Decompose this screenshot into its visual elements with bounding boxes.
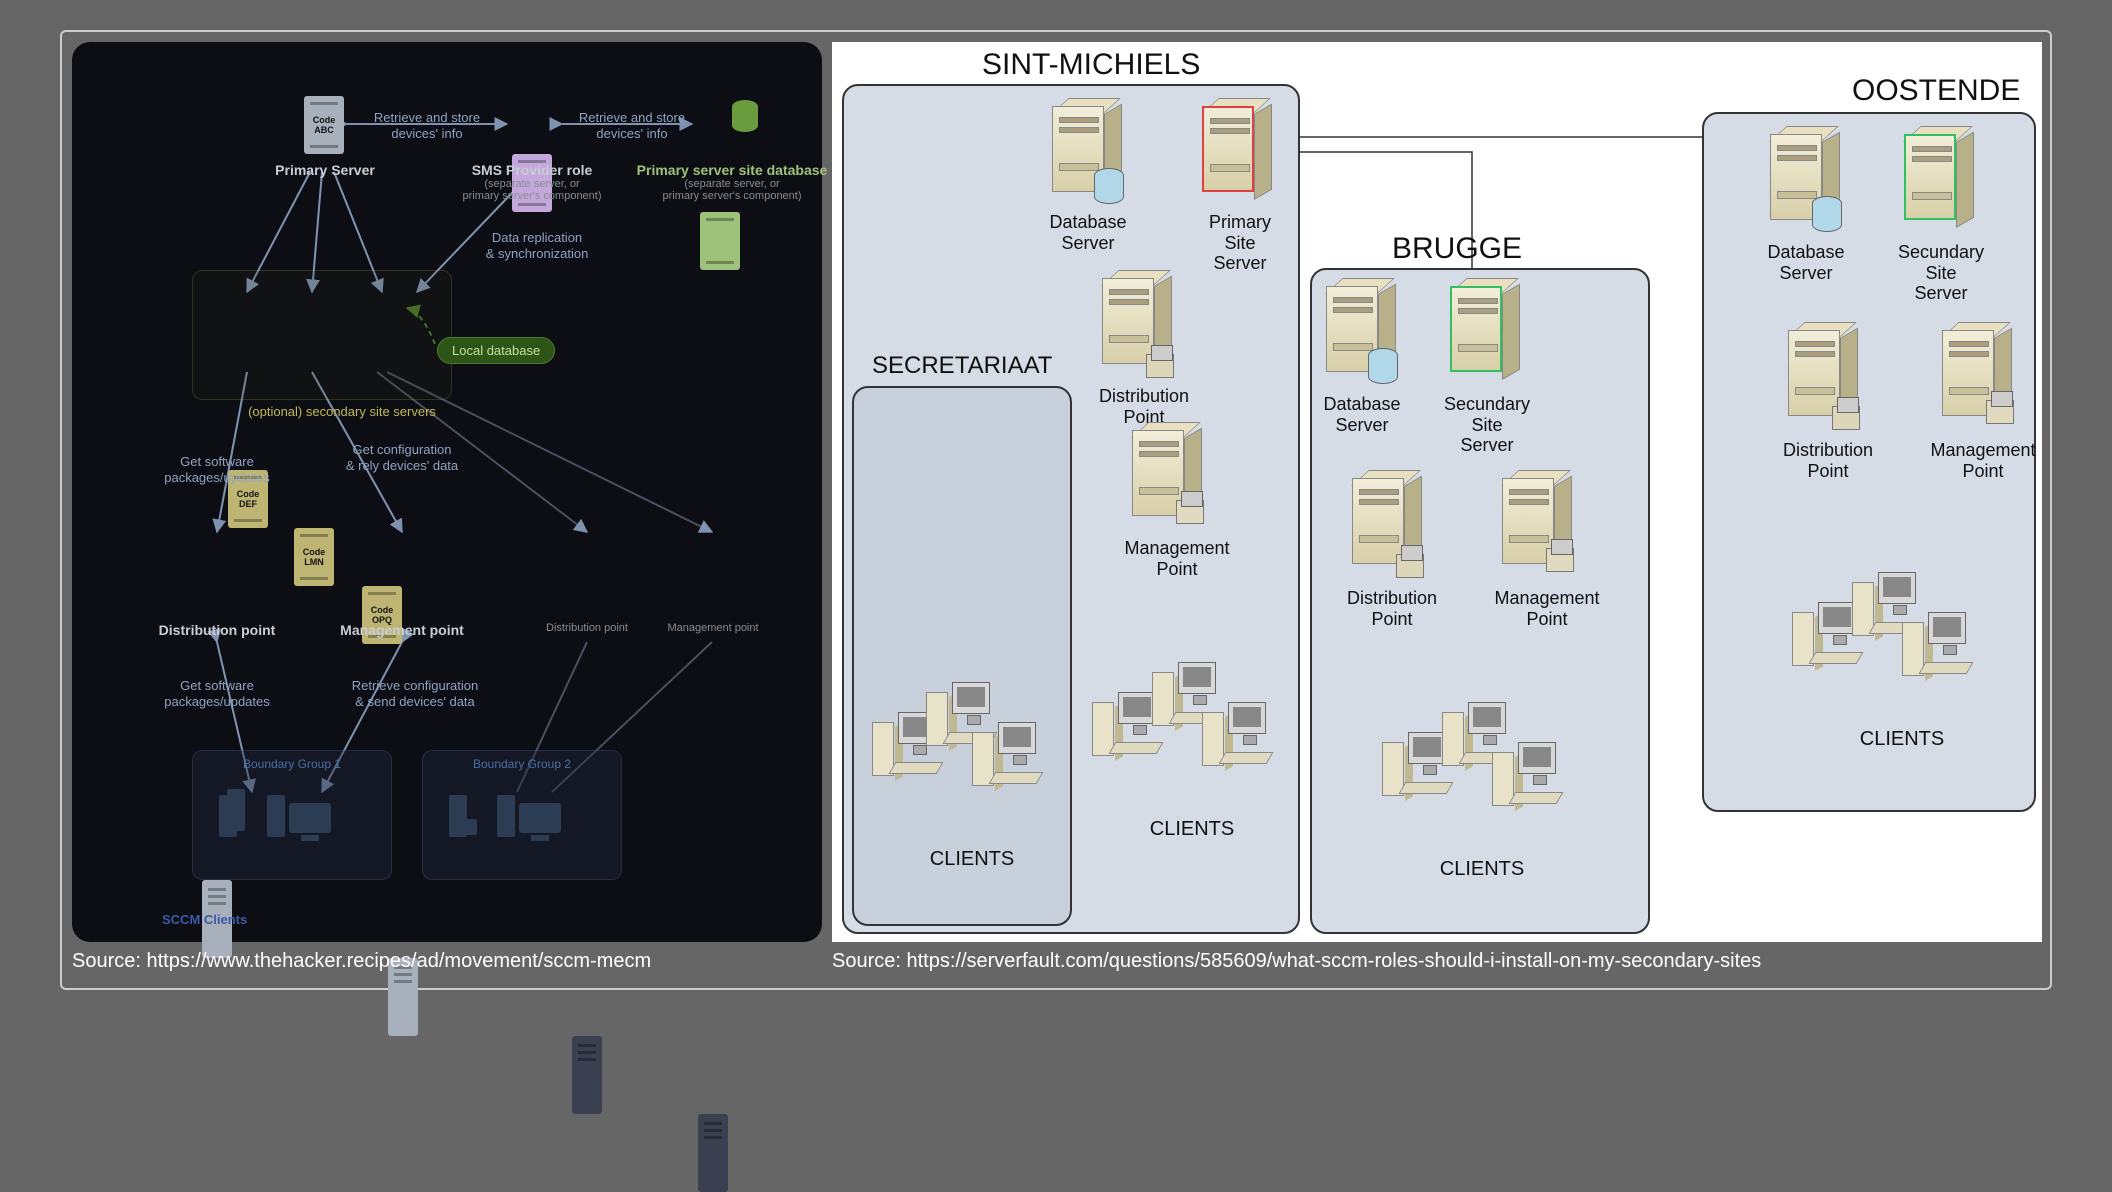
oostende-dist-label: Distribution Point <box>1768 440 1888 481</box>
sm-db-label: Database Server <box>1038 212 1138 253</box>
secretariaat-clients-cluster <box>872 682 1052 822</box>
secondary-sites-label: (optional) secondary site servers <box>212 404 472 419</box>
brugge-secondary-site-server <box>1450 286 1522 386</box>
retrieve-config-label: Retrieve configuration & send devices' d… <box>330 678 500 709</box>
primary-server-code: Code ABC <box>313 115 336 135</box>
brugge-clients-cluster <box>1382 702 1582 842</box>
replication-label: Data replication & synchronization <box>462 230 612 261</box>
secretariaat-site <box>852 386 1072 926</box>
sm-mgmt-label: Management Point <box>1112 538 1242 579</box>
secretariaat-clients-label: CLIENTS <box>912 848 1032 871</box>
source-right: Source: https://serverfault.com/question… <box>832 950 1761 973</box>
sccm-sites-topology-diagram: SINT-MICHIELS Database Server Primary Si… <box>832 42 2042 942</box>
oostende-db-label: Database Server <box>1756 242 1856 283</box>
secondary-sites-group <box>192 270 452 400</box>
oostende-management-point <box>1942 330 2014 430</box>
management-point-2-label: Management point <box>648 622 778 634</box>
management-point-1-label: Management point <box>332 622 472 638</box>
oostende-database-server <box>1770 134 1842 234</box>
client-icons-1 <box>219 795 285 837</box>
management-point-2 <box>698 1114 728 1192</box>
oostende-distribution-point <box>1788 330 1860 430</box>
client-icons-2 <box>449 795 515 837</box>
brugge-dist-label: Distribution Point <box>1332 588 1452 629</box>
site-db-node <box>700 212 740 270</box>
oostende-mgmt-label: Management Point <box>1918 440 2048 481</box>
boundary-group-2: Boundary Group 2 <box>422 750 622 880</box>
diagram-frame: Code ABC Primary Server Retrieve and sto… <box>60 30 2052 990</box>
boundary-group-2-title: Boundary Group 2 <box>423 751 621 771</box>
oostende-secondary-site-server <box>1904 134 1976 234</box>
brugge-database-server <box>1326 286 1398 386</box>
brugge-clients-label: CLIENTS <box>1422 858 1542 881</box>
boundary-group-1-title: Boundary Group 1 <box>193 751 391 771</box>
sm-clients-cluster <box>1092 662 1292 802</box>
brugge-title: BRUGGE <box>1392 232 1522 266</box>
distribution-point-2 <box>572 1036 602 1114</box>
get-config-label: Get configuration & rely devices' data <box>322 442 482 473</box>
brugge-mgmt-label: Management Point <box>1482 588 1612 629</box>
sms-provider-label: SMS Provider role <box>452 162 612 178</box>
oostende-sec-label: Secundary Site Server <box>1886 242 1996 304</box>
get-packages-label: Get software packages/updates <box>152 454 282 485</box>
sccm-clients-label: SCCM Clients <box>162 912 247 927</box>
database-cylinder-icon <box>732 100 758 132</box>
secondary-code-lmn: Code LMN <box>303 547 326 567</box>
arrow-retrieve-left-label: Retrieve and store devices' info <box>362 110 492 141</box>
sm-primary-site-server <box>1202 106 1274 206</box>
brugge-sec-label: Secundary Site Server <box>1432 394 1542 456</box>
oostende-clients-cluster <box>1792 572 1992 712</box>
brugge-management-point <box>1502 478 1574 578</box>
source-left: Source: https://www.thehacker.recipes/ad… <box>72 950 651 973</box>
sccm-architecture-diagram: Code ABC Primary Server Retrieve and sto… <box>72 42 822 942</box>
sint-michiels-title: SINT-MICHIELS <box>982 48 1200 82</box>
primary-server-node: Code ABC <box>304 96 344 154</box>
boundary-group-1: Boundary Group 1 <box>192 750 392 880</box>
site-db-label: Primary server site database <box>632 162 832 178</box>
oostende-clients-label: CLIENTS <box>1842 728 1962 751</box>
secretariaat-title: SECRETARIAAT <box>872 352 1052 380</box>
secondary-server-lmn: Code LMN <box>294 528 334 586</box>
secondary-code-def: Code DEF <box>237 489 260 509</box>
sm-clients-label: CLIENTS <box>1132 818 1252 841</box>
primary-server-label: Primary Server <box>272 162 378 178</box>
sm-management-point <box>1132 430 1204 530</box>
local-database-badge: Local database <box>437 337 555 364</box>
arrow-retrieve-right-label: Retrieve and store devices' info <box>572 110 692 141</box>
sm-distribution-point <box>1102 278 1174 378</box>
sm-database-server <box>1052 106 1124 206</box>
brugge-db-label: Database Server <box>1312 394 1412 435</box>
get-packages2-label: Get software packages/updates <box>152 678 282 709</box>
local-db-text: Local database <box>452 343 540 358</box>
site-db-sub: (separate server, or primary server's co… <box>632 178 832 202</box>
distribution-point-2-label: Distribution point <box>522 622 652 634</box>
brugge-distribution-point <box>1352 478 1424 578</box>
oostende-title: OOSTENDE <box>1852 74 2020 108</box>
sms-provider-sub: (separate server, or primary server's co… <box>452 178 612 202</box>
distribution-point-1-label: Distribution point <box>152 622 282 638</box>
sm-primary-label: Primary Site Server <box>1190 212 1290 274</box>
